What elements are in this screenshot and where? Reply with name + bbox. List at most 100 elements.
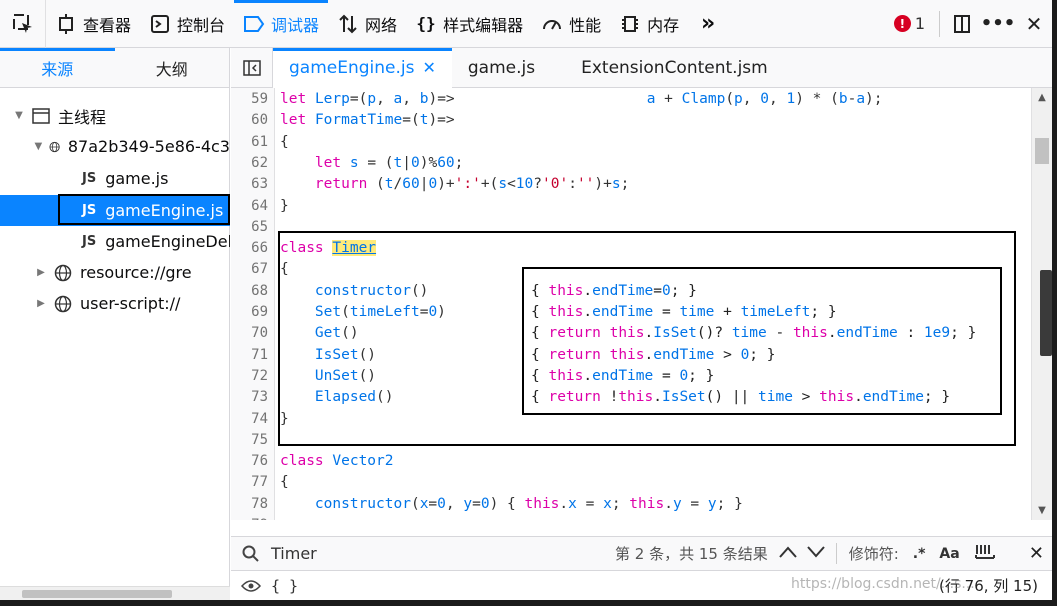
- line-number[interactable]: 61: [231, 132, 268, 153]
- element-picker-button[interactable]: [0, 0, 46, 48]
- tree-item-game-js[interactable]: JS game.js: [0, 163, 230, 194]
- tree-item-user-script[interactable]: ▶ user-script://: [0, 288, 230, 319]
- code-line: { this.endTime=0; }: [531, 282, 697, 299]
- tab-debugger[interactable]: 调试器: [234, 0, 329, 48]
- tab-label: 内存: [647, 15, 680, 35]
- tree-item-label: gameEngine.js: [105, 201, 224, 220]
- line-number[interactable]: 64: [231, 196, 268, 217]
- collapsed-icon[interactable]: ▶: [34, 298, 48, 309]
- scrollbar-thumb[interactable]: [1035, 138, 1049, 164]
- line-number[interactable]: 73: [231, 387, 268, 408]
- search-navigation: [778, 545, 826, 563]
- line-number[interactable]: 65: [231, 217, 268, 238]
- whole-word-toggle[interactable]: [974, 544, 996, 564]
- horizontal-scrollbar[interactable]: [0, 586, 230, 600]
- line-number[interactable]: 78: [231, 494, 268, 515]
- eye-icon[interactable]: [231, 579, 271, 593]
- tab-style-editor[interactable]: {} 样式编辑器: [406, 0, 532, 48]
- tree-item-gameenginedebug-js[interactable]: JS gameEngineDeb: [0, 226, 230, 257]
- editor-tab-extensioncontent[interactable]: ExtensionContent.jsm: [565, 48, 784, 88]
- close-icon: ✕: [1028, 543, 1044, 564]
- expanded-icon[interactable]: ▼: [12, 110, 26, 121]
- line-number[interactable]: 70: [231, 323, 268, 344]
- tree-item-label: gameEngineDeb: [105, 232, 230, 251]
- error-icon: !: [893, 15, 911, 32]
- tab-memory[interactable]: 内存: [610, 0, 688, 48]
- line-number[interactable]: 59: [231, 89, 268, 110]
- sources-panel: 来源 大纲 ▼ 主线程 ▼ 87a2b349-5e86-4c3 JS game.…: [0, 48, 230, 600]
- editor-pane: gameEngine.js ✕ game.js ExtensionContent…: [231, 47, 1052, 600]
- sources-tabs: 来源 大纲: [0, 48, 229, 88]
- line-number[interactable]: 71: [231, 345, 268, 366]
- globe-icon: [49, 141, 60, 152]
- tab-label: 调试器: [271, 15, 320, 35]
- regex-toggle[interactable]: .*: [913, 546, 926, 562]
- tree-item-origin[interactable]: ▼ 87a2b349-5e86-4c3: [0, 131, 230, 162]
- chevron-up-icon: [778, 545, 797, 558]
- code-line: { return this.IsSet()? time - this.endTi…: [531, 325, 977, 342]
- line-number[interactable]: 68: [231, 281, 268, 302]
- tree-item-resource[interactable]: ▶ resource://gre: [0, 257, 230, 288]
- tree-item-main-thread[interactable]: ▼ 主线程: [0, 100, 230, 131]
- options-menu-button[interactable]: •••: [980, 0, 1016, 48]
- line-number[interactable]: 63: [231, 174, 268, 195]
- dock-icon: [954, 14, 970, 33]
- line-number[interactable]: 76: [231, 451, 268, 472]
- toolbar-right: ! 1 ••• ✕: [884, 0, 1052, 48]
- ellipsis-icon: •••: [980, 13, 1016, 34]
- tree-item-label: resource://gre: [80, 263, 192, 282]
- line-number[interactable]: 79: [231, 515, 268, 520]
- scrollbar-thumb[interactable]: [22, 590, 172, 598]
- next-result-button[interactable]: [806, 545, 826, 563]
- tab-console[interactable]: 控制台: [140, 0, 234, 48]
- tree-item-label: 87a2b349-5e86-4c3: [67, 137, 230, 156]
- line-number[interactable]: 77: [231, 472, 268, 493]
- tab-outline[interactable]: 大纲: [115, 48, 230, 87]
- js-file-icon: JS: [82, 234, 97, 249]
- previous-result-button[interactable]: [778, 545, 798, 563]
- search-result-count: 第 2 条，共 15 条结果: [615, 545, 768, 563]
- scroll-up-icon[interactable]: ▲: [1032, 92, 1052, 103]
- line-number[interactable]: 66: [231, 238, 268, 259]
- close-tab-icon[interactable]: ✕: [422, 58, 435, 77]
- watermark: https://blog.csdn.net/...s...: [791, 576, 975, 592]
- editor-tabs: gameEngine.js ✕ game.js ExtensionContent…: [231, 47, 1052, 88]
- tab-performance[interactable]: 性能: [532, 0, 610, 48]
- line-number[interactable]: 67: [231, 259, 268, 280]
- error-count-button[interactable]: ! 1: [884, 14, 935, 33]
- expanded-icon[interactable]: ▼: [34, 141, 43, 152]
- chevron-down-icon: [806, 545, 825, 558]
- search-icon: [231, 545, 271, 563]
- tab-network[interactable]: 网络: [328, 0, 406, 48]
- editor-tab-gameengine-js[interactable]: gameEngine.js ✕: [273, 47, 452, 88]
- case-sensitive-toggle[interactable]: Aa: [939, 546, 959, 562]
- tab-label: 查看器: [83, 15, 132, 35]
- tree-item-gameengine-js[interactable]: JS gameEngine.js: [0, 195, 230, 226]
- scroll-down-icon[interactable]: ▼: [1032, 505, 1052, 516]
- line-number[interactable]: 72: [231, 366, 268, 387]
- search-input[interactable]: Timer: [271, 544, 551, 563]
- line-number[interactable]: 74: [231, 409, 268, 430]
- close-search-button[interactable]: ✕: [1029, 543, 1044, 564]
- close-icon: ✕: [1025, 11, 1043, 36]
- side-scroll-indicator: [1040, 270, 1052, 356]
- editor-tab-label: game.js: [467, 57, 536, 78]
- code-line: { this.endTime = time + timeLeft; }: [531, 304, 837, 320]
- collapsed-icon[interactable]: ▶: [34, 267, 48, 278]
- close-devtools-button[interactable]: ✕: [1016, 0, 1052, 48]
- editor-tab-game-js[interactable]: game.js: [452, 48, 551, 88]
- line-number[interactable]: 60: [231, 110, 268, 131]
- line-number[interactable]: 62: [231, 153, 268, 174]
- picker-icon: [12, 13, 32, 33]
- line-number[interactable]: 69: [231, 302, 268, 323]
- line-number[interactable]: 75: [231, 430, 268, 451]
- tab-sources[interactable]: 来源: [0, 48, 115, 87]
- toggle-sources-button[interactable]: [231, 47, 273, 88]
- code-view[interactable]: 59 let Lerp=(p, a, b)=> a + Clamp(p, 0, 1…: [231, 88, 1052, 520]
- pretty-print-button[interactable]: { }: [271, 577, 298, 595]
- debugger-icon: [243, 13, 265, 35]
- tree-item-label: user-script://: [80, 294, 181, 313]
- dock-button[interactable]: [944, 0, 980, 48]
- more-tools-button[interactable]: »: [688, 0, 728, 48]
- tab-inspector[interactable]: 查看器: [46, 0, 140, 48]
